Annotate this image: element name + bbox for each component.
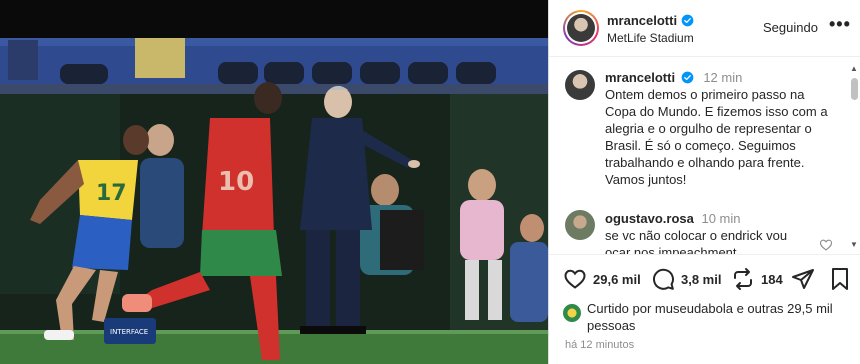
post-actions-bar: 29,6 mil 3,8 mil 184	[549, 254, 860, 298]
comments-scrollbar[interactable]: ▲ ▼	[848, 64, 860, 250]
front-jersey-number: 17	[96, 181, 127, 206]
comment-time: 10 min	[701, 211, 741, 226]
following-button[interactable]: Seguindo	[763, 20, 818, 35]
like-count: 29,6 mil	[593, 271, 641, 287]
comment-like-heart-icon[interactable]	[819, 238, 833, 252]
repost-count: 184	[761, 271, 783, 287]
author-username[interactable]: mrancelotti	[607, 13, 694, 28]
repost-action[interactable]: 184	[731, 267, 783, 291]
back-jersey-number: 10	[218, 167, 254, 197]
comment-username[interactable]: ogustavo.rosa	[605, 211, 694, 226]
author-username-text[interactable]: mrancelotti	[607, 13, 677, 28]
caption-username[interactable]: mrancelotti	[605, 70, 675, 85]
like-action[interactable]: 29,6 mil	[563, 267, 641, 291]
post-timestamp[interactable]: há 12 minutos	[565, 339, 634, 351]
comment-author-avatar[interactable]	[565, 210, 595, 240]
bench-banner-text: INTERFACE	[110, 328, 148, 336]
repost-icon[interactable]	[731, 267, 755, 291]
caption: mrancelotti 12 min Ontem demos o primeir…	[605, 69, 845, 188]
share-paper-plane-icon[interactable]	[791, 267, 815, 291]
bookmark-icon[interactable]	[829, 267, 851, 291]
comment-count: 3,8 mil	[681, 271, 722, 287]
comment-bubble-icon[interactable]	[651, 267, 675, 291]
share-action[interactable]	[791, 267, 815, 291]
scroll-thumb[interactable]	[851, 78, 858, 100]
scroll-down-arrow-icon[interactable]: ▼	[850, 240, 858, 249]
more-options-icon[interactable]: •••	[829, 14, 851, 35]
post-photo[interactable]: 17 10 INTERFACE	[0, 0, 548, 364]
verified-badge-icon	[681, 14, 694, 27]
post-location[interactable]: MetLife Stadium	[607, 31, 694, 45]
caption-time: 12 min	[703, 70, 743, 85]
comments-area: mrancelotti 12 min Ontem demos o primeir…	[549, 58, 860, 254]
liked-by-avatar[interactable]	[563, 304, 581, 322]
comment-action[interactable]: 3,8 mil	[651, 267, 721, 291]
save-action[interactable]	[829, 267, 851, 291]
caption-verified-icon	[681, 71, 694, 84]
liked-by: Curtido por museudabola e outras 29,5 mi…	[563, 300, 853, 334]
caption-text: Ontem demos o primeiro passo na Copa do …	[605, 87, 828, 187]
scroll-up-arrow-icon[interactable]: ▲	[850, 64, 858, 73]
author-avatar[interactable]	[563, 10, 599, 46]
post-header: mrancelotti MetLife Stadium Seguindo •••	[549, 0, 860, 57]
liked-by-text[interactable]: Curtido por museudabola e outras 29,5 mi…	[587, 300, 853, 334]
post-side-panel: mrancelotti MetLife Stadium Seguindo •••…	[548, 0, 860, 364]
comment-text: se vc não colocar o endrick vou ocar nos…	[605, 228, 788, 254]
caption-author-avatar[interactable]	[565, 70, 595, 100]
comment: ogustavo.rosa 10 min se vc não colocar o…	[605, 210, 811, 254]
heart-icon[interactable]	[563, 267, 587, 291]
